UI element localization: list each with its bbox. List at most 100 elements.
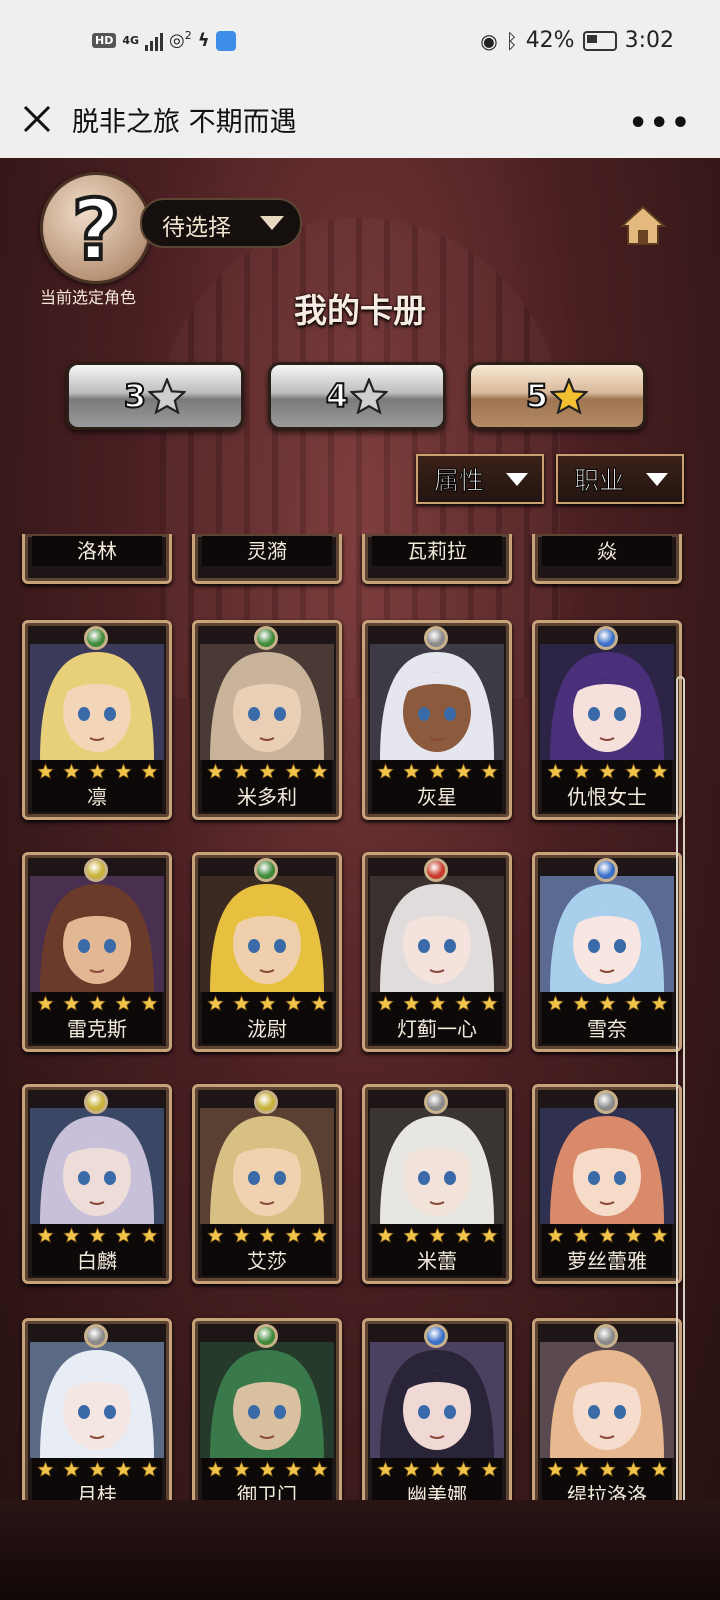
current-character-avatar[interactable]: ? — [40, 172, 152, 284]
character-card[interactable]: 仇恨女士 — [532, 620, 682, 820]
star-rating — [372, 1458, 502, 1480]
star-icon — [454, 763, 472, 779]
card-name: 雪奈 — [542, 1014, 672, 1044]
star-icon — [650, 1461, 668, 1477]
element-gem-icon — [424, 1324, 448, 1348]
partial-card[interactable]: 灵漪 — [192, 534, 342, 584]
card-name: 灯蓟一心 — [372, 1014, 502, 1044]
star-icon — [624, 1227, 642, 1243]
star-icon — [572, 995, 590, 1011]
character-portrait — [200, 876, 334, 992]
star-rating — [202, 1224, 332, 1246]
star-icon — [546, 763, 564, 779]
star-rating — [202, 992, 332, 1014]
character-select-label: 待选择 — [162, 215, 231, 241]
card-name: 灰星 — [372, 782, 502, 812]
card-name: 灵漪 — [202, 536, 332, 566]
partial-card[interactable]: 瓦莉拉 — [362, 534, 512, 584]
attribute-filter-label: 属性 — [433, 466, 485, 496]
partial-card[interactable]: 焱 — [532, 534, 682, 584]
more-menu-button[interactable]: ••• — [628, 106, 692, 141]
star-icon — [598, 1227, 616, 1243]
star-icon — [62, 1461, 80, 1477]
character-portrait — [200, 1342, 334, 1458]
star-icon — [310, 1227, 328, 1243]
tab-star-count: 5 — [525, 376, 549, 416]
character-card[interactable]: 幽美娜 — [362, 1318, 512, 1500]
star-icon — [232, 1227, 250, 1243]
battery-percent: 42% — [525, 28, 575, 53]
character-card[interactable]: 米多利 — [192, 620, 342, 820]
star-icon — [232, 995, 250, 1011]
tab-star-count: 4 — [325, 376, 349, 416]
attribute-filter-dropdown[interactable]: 属性 — [416, 454, 544, 504]
star-rating — [542, 1458, 672, 1480]
character-card[interactable]: 御卫门 — [192, 1318, 342, 1500]
star-icon — [88, 763, 106, 779]
star-icon — [140, 1461, 158, 1477]
character-portrait — [540, 876, 674, 992]
character-card[interactable]: 萝丝蕾雅 — [532, 1084, 682, 1284]
star-icon — [148, 378, 187, 414]
character-portrait — [30, 876, 164, 992]
star-icon — [36, 1461, 54, 1477]
element-gem-icon — [594, 1090, 618, 1114]
element-gem-icon — [84, 858, 108, 882]
element-gem-icon — [424, 1090, 448, 1114]
clock: 3:02 — [624, 28, 674, 53]
character-card[interactable]: 雷克斯 — [22, 852, 172, 1052]
character-portrait — [200, 1108, 334, 1224]
element-gem-icon — [254, 626, 278, 650]
card-name: 米多利 — [202, 782, 332, 812]
character-card[interactable]: 月桂 — [22, 1318, 172, 1500]
character-card[interactable]: 雪奈 — [532, 852, 682, 1052]
job-filter-dropdown[interactable]: 职业 — [556, 454, 684, 504]
character-card[interactable]: 凛 — [22, 620, 172, 820]
star-icon — [232, 763, 250, 779]
star-icon — [598, 995, 616, 1011]
character-card[interactable]: 缇拉洛洛 — [532, 1318, 682, 1500]
tab-3-star[interactable]: 3 — [66, 362, 244, 430]
character-card[interactable]: 米蕾 — [362, 1084, 512, 1284]
star-icon — [572, 1227, 590, 1243]
character-card[interactable]: 泷尉 — [192, 852, 342, 1052]
character-portrait — [370, 1108, 504, 1224]
job-filter-label: 职业 — [573, 466, 625, 496]
character-portrait — [30, 644, 164, 760]
card-name: 白麟 — [32, 1246, 162, 1276]
tab-star-count: 3 — [123, 376, 147, 416]
card-name: 仇恨女士 — [542, 782, 672, 812]
character-card[interactable]: 艾莎 — [192, 1084, 342, 1284]
tab-4-star[interactable]: 4 — [268, 362, 446, 430]
card-name: 凛 — [32, 782, 162, 812]
tab-5-star[interactable]: 5 — [468, 362, 646, 430]
character-portrait — [30, 1342, 164, 1458]
character-card[interactable]: 白麟 — [22, 1084, 172, 1284]
star-rating — [542, 1224, 672, 1246]
star-icon — [572, 1461, 590, 1477]
star-icon — [350, 378, 389, 414]
element-gem-icon — [254, 1090, 278, 1114]
character-card[interactable]: 灯蓟一心 — [362, 852, 512, 1052]
scrollbar[interactable] — [676, 676, 685, 1506]
card-name: 焱 — [542, 536, 672, 566]
close-icon[interactable] — [20, 102, 54, 136]
element-gem-icon — [84, 626, 108, 650]
character-portrait — [200, 644, 334, 760]
star-icon — [232, 1461, 250, 1477]
partial-card[interactable]: 洛林 — [22, 534, 172, 584]
star-rating — [32, 760, 162, 782]
question-mark-icon: ? — [70, 179, 123, 281]
element-gem-icon — [594, 1324, 618, 1348]
star-rating — [542, 760, 672, 782]
network-label: 4G — [122, 34, 140, 47]
character-select-dropdown[interactable]: 待选择 — [140, 198, 302, 248]
character-card[interactable]: 灰星 — [362, 620, 512, 820]
app-notification-icon — [215, 30, 236, 51]
status-left: HD 4G ◎ 2 ϟ — [92, 29, 236, 51]
star-rating — [32, 1458, 162, 1480]
element-gem-icon — [594, 626, 618, 650]
star-rating — [372, 760, 502, 782]
star-icon — [206, 995, 224, 1011]
home-icon[interactable] — [620, 204, 666, 246]
